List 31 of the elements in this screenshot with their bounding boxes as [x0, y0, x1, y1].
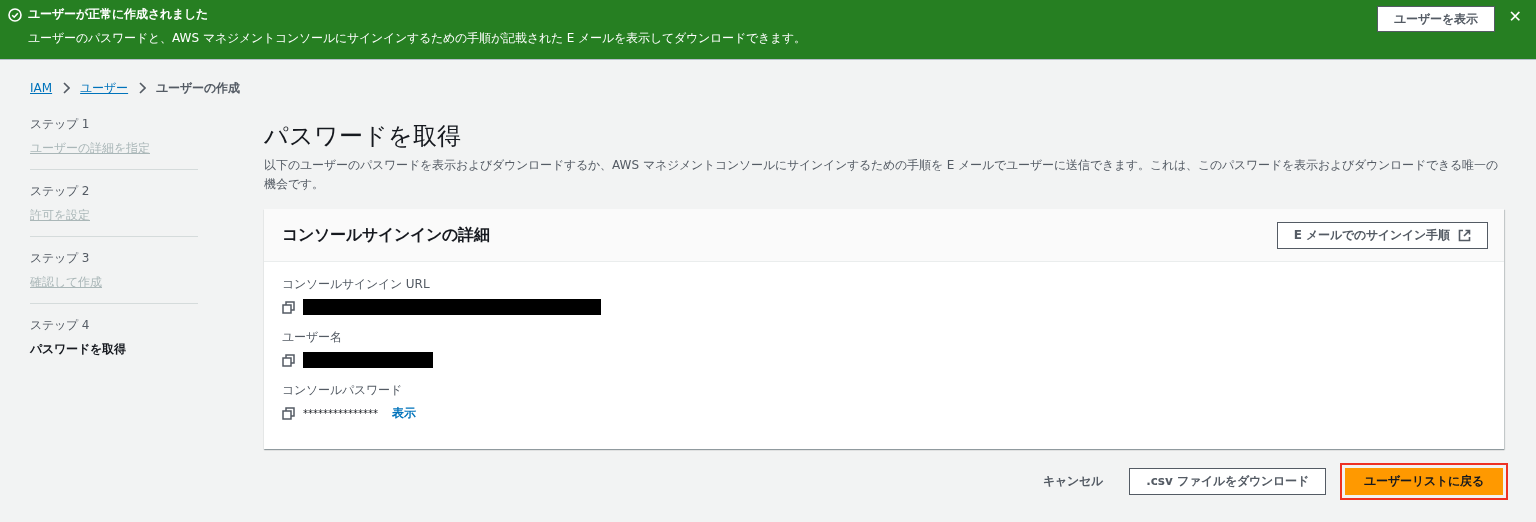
chevron-right-icon — [138, 82, 147, 94]
breadcrumb-link[interactable]: ユーザー — [80, 79, 129, 97]
banner-message: ユーザーのパスワードと、AWS マネジメントコンソールにサインインするための手順が記載された E メールを表示してダウンロードできます。 — [28, 30, 808, 47]
panel-title: コンソールサインインの詳細 — [282, 224, 490, 246]
external-link-icon — [1458, 228, 1471, 242]
copy-icon[interactable] — [282, 406, 295, 420]
field-label: ユーザー名 — [282, 329, 343, 347]
download-csv-button[interactable]: .csv ファイルをダウンロード — [1129, 468, 1326, 496]
banner-title: ユーザーが正常に作成されました — [28, 6, 208, 23]
breadcrumb-link[interactable]: IAM — [30, 81, 53, 95]
copy-icon[interactable] — [282, 353, 295, 367]
breadcrumb-current: ユーザーの作成 — [156, 79, 241, 97]
page-heading: パスワードを取得 — [264, 121, 462, 152]
return-to-user-list-button[interactable]: ユーザーリストに戻る — [1345, 468, 1503, 496]
copy-icon[interactable] — [282, 300, 295, 314]
step-number: ステップ 3 — [30, 250, 91, 267]
step-number: ステップ 2 — [30, 183, 91, 200]
chevron-right-icon — [62, 82, 71, 94]
step-number: ステップ 1 — [30, 116, 91, 133]
view-user-button[interactable]: ユーザーを表示 — [1376, 6, 1495, 32]
page-description: 以下のユーザーのパスワードを表示およびダウンロードするか、AWS マネジメントコンソールにサインインするための手順を E メールでユーザーに送信できます。これは、このパスワードを表示およびダウンロードできる唯一の機会です。 — [264, 157, 1500, 193]
check-circle-icon — [8, 7, 22, 22]
step-title: パスワードを取得 — [30, 341, 126, 358]
close-button[interactable]: ✕ — [1508, 7, 1522, 26]
field-label: コンソールパスワード — [282, 382, 403, 400]
email-instructions-button[interactable]: E メールでのサインイン手順 — [1276, 221, 1488, 249]
field-label: コンソールサインイン URL — [282, 276, 431, 294]
masked-password: *************** — [303, 407, 378, 419]
step-number: ステップ 4 — [30, 317, 91, 334]
cancel-button[interactable]: キャンセル — [1031, 473, 1116, 491]
show-password-link[interactable]: 表示 — [392, 404, 416, 422]
